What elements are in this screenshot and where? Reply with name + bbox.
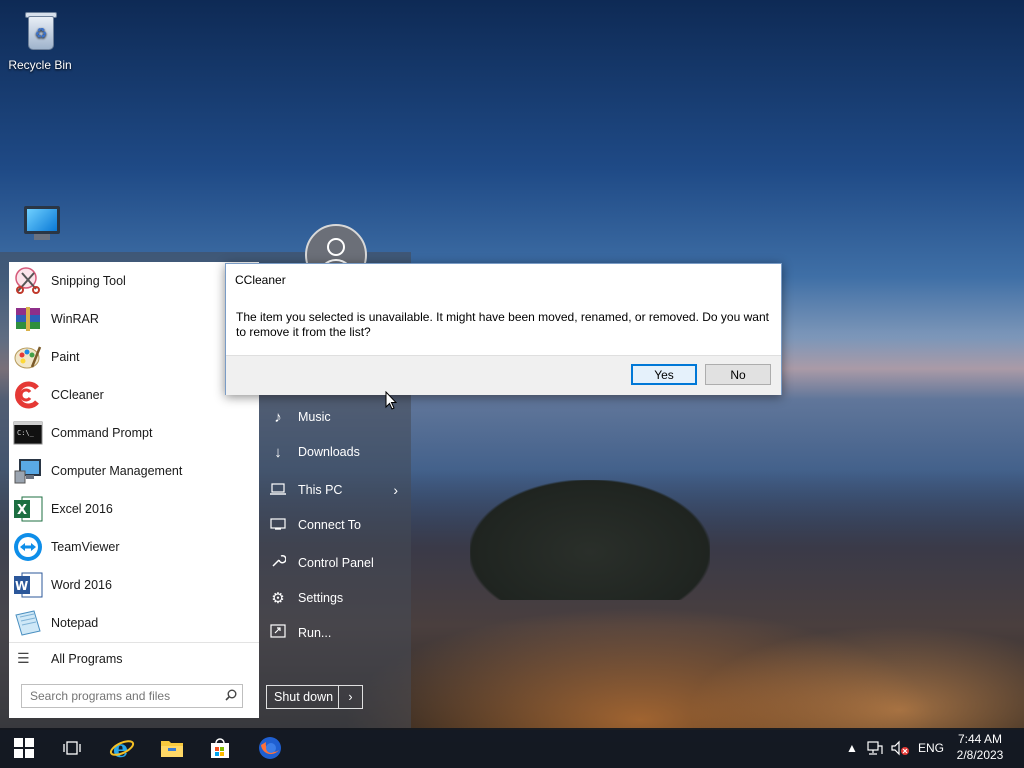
taskbar-clock[interactable]: 7:44 AM 2/8/2023 xyxy=(950,731,1010,763)
start-item-label: Connect To xyxy=(298,518,362,532)
start-item-settings[interactable]: ⚙ Settings xyxy=(266,583,408,613)
start-search-box[interactable] xyxy=(21,684,243,708)
laptop-icon xyxy=(266,482,290,499)
program-label: TeamViewer xyxy=(51,540,120,554)
recycle-bin-icon: ♻ xyxy=(20,8,60,54)
search-input[interactable] xyxy=(22,685,220,707)
run-icon xyxy=(266,624,290,642)
notepad-icon xyxy=(12,607,44,639)
svg-text:W: W xyxy=(15,579,28,593)
store-bag-icon xyxy=(211,738,229,758)
program-label: Word 2016 xyxy=(51,578,112,592)
clock-date: 2/8/2023 xyxy=(956,748,1004,762)
gear-icon: ⚙ xyxy=(271,590,285,607)
program-item-winrar[interactable]: WinRAR xyxy=(9,300,259,338)
start-item-label: This PC xyxy=(298,483,343,497)
taskbar-store[interactable] xyxy=(196,728,244,768)
start-item-label: Control Panel xyxy=(298,556,374,570)
program-item-computer-management[interactable]: Computer Management xyxy=(9,452,259,490)
search-icon[interactable] xyxy=(220,689,242,704)
taskbar-firefox[interactable] xyxy=(246,728,294,768)
start-item-run[interactable]: Run... xyxy=(266,618,408,648)
teamviewer-icon xyxy=(12,531,44,563)
svg-text:C:\_: C:\_ xyxy=(17,429,35,437)
program-label: Paint xyxy=(51,350,80,364)
connect-icon xyxy=(266,517,290,534)
program-label: Excel 2016 xyxy=(51,502,113,516)
word-icon: W xyxy=(12,569,44,601)
svg-text:X: X xyxy=(17,503,27,518)
program-item-ccleaner[interactable]: CCleaner xyxy=(9,376,259,414)
firefox-icon xyxy=(259,737,281,759)
program-item-command-prompt[interactable]: C:\_ Command Prompt xyxy=(9,414,259,452)
start-button[interactable] xyxy=(0,728,48,768)
program-label: CCleaner xyxy=(51,388,104,402)
program-label: Snipping Tool xyxy=(51,274,126,288)
monitor-icon xyxy=(24,206,60,234)
program-item-excel-2016[interactable]: X Excel 2016 xyxy=(9,490,259,528)
shutdown-button[interactable]: Shut down xyxy=(267,686,339,708)
internet-explorer-icon: e xyxy=(109,735,135,761)
start-menu-programs-pane: Snipping Tool WinRAR Paint CCleaner C:\_… xyxy=(9,262,259,718)
start-item-label: Downloads xyxy=(298,445,360,459)
program-label: Command Prompt xyxy=(51,426,153,440)
start-item-label: Settings xyxy=(298,591,344,605)
clock-time: 7:44 AM xyxy=(957,732,1003,746)
all-programs-button[interactable]: ☰ All Programs xyxy=(9,642,259,674)
program-label: Computer Management xyxy=(51,464,183,478)
network-icon[interactable] xyxy=(866,728,884,768)
paint-icon xyxy=(12,341,44,373)
recycle-bin-desktop-icon[interactable]: ♻ Recycle Bin xyxy=(2,8,78,72)
svg-text:e: e xyxy=(113,735,128,761)
this-pc-desktop-icon[interactable] xyxy=(4,206,80,240)
program-item-word-2016[interactable]: W Word 2016 xyxy=(9,566,259,604)
all-programs-label: All Programs xyxy=(51,651,123,666)
shutdown-options-chevron-icon[interactable]: › xyxy=(339,690,362,704)
command-prompt-icon: C:\_ xyxy=(12,417,44,449)
shutdown-button-group: Shut down › xyxy=(266,685,363,709)
windows-logo-icon xyxy=(14,738,34,758)
start-item-downloads[interactable]: ↓ Downloads xyxy=(266,437,408,467)
mouse-cursor-icon xyxy=(385,390,398,411)
taskbar-internet-explorer[interactable]: e xyxy=(98,728,146,768)
list-icon: ☰ xyxy=(17,650,30,666)
language-indicator[interactable]: ENG xyxy=(918,728,944,768)
music-note-icon: ♪ xyxy=(274,408,282,426)
start-item-control-panel[interactable]: Control Panel xyxy=(266,548,408,578)
recycle-bin-label: Recycle Bin xyxy=(8,58,72,72)
chevron-right-icon: › xyxy=(393,482,398,498)
program-item-snipping-tool[interactable]: Snipping Tool xyxy=(9,262,259,300)
no-button[interactable]: No xyxy=(705,364,771,385)
download-arrow-icon: ↓ xyxy=(274,443,282,461)
taskbar-file-explorer[interactable] xyxy=(148,728,196,768)
computer-management-icon xyxy=(12,455,44,487)
task-view-icon xyxy=(63,741,81,755)
dialog-message: The item you selected is unavailable. It… xyxy=(236,310,769,339)
program-item-notepad[interactable]: Notepad xyxy=(9,604,259,642)
start-item-label: Run... xyxy=(298,626,332,640)
program-label: WinRAR xyxy=(51,312,99,326)
snipping-tool-icon xyxy=(12,265,44,297)
start-item-label: Music xyxy=(298,410,331,424)
wallpaper-hill xyxy=(470,480,710,600)
start-item-connect-to[interactable]: Connect To xyxy=(266,510,408,540)
program-item-teamviewer[interactable]: TeamViewer xyxy=(9,528,259,566)
task-view-button[interactable] xyxy=(48,728,96,768)
dialog-footer xyxy=(226,355,781,395)
taskbar: e ▲ ENG 7:44 AM 2/8/2023 xyxy=(0,728,1024,768)
ccleaner-icon xyxy=(12,379,44,411)
dialog-title: CCleaner xyxy=(235,273,286,287)
ccleaner-dialog: CCleaner The item you selected is unavai… xyxy=(225,263,782,395)
wrench-icon xyxy=(266,553,290,573)
winrar-icon xyxy=(12,303,44,335)
program-item-paint[interactable]: Paint xyxy=(9,338,259,376)
yes-button[interactable]: Yes xyxy=(631,364,697,385)
volume-muted-icon[interactable] xyxy=(890,728,910,768)
start-item-this-pc[interactable]: This PC › xyxy=(266,475,408,505)
folder-icon xyxy=(161,741,183,757)
excel-icon: X xyxy=(12,493,44,525)
tray-overflow-chevron[interactable]: ▲ xyxy=(846,728,858,768)
program-label: Notepad xyxy=(51,616,99,630)
